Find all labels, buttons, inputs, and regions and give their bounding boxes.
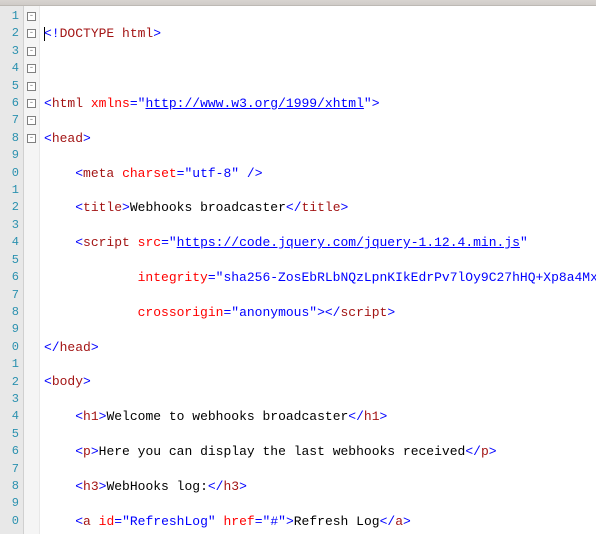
line-number: 9	[0, 147, 19, 164]
line-number: 1	[0, 8, 19, 25]
code-area[interactable]: <!DOCTYPE html> <html xmlns="http://www.…	[40, 6, 596, 534]
line-number: 6	[0, 95, 19, 112]
fold-gutter: - - - - - - - -	[24, 6, 40, 534]
fold-cell: -	[24, 43, 39, 60]
fold-cell: -	[24, 112, 39, 129]
line-number: 6	[0, 269, 19, 286]
line-number: 2	[0, 25, 19, 42]
line-number: 3	[0, 217, 19, 234]
fold-toggle-icon[interactable]: -	[27, 29, 36, 38]
line-number: 8	[0, 304, 19, 321]
fold-cell: -	[24, 95, 39, 112]
fold-cell: -	[24, 8, 39, 25]
line-number-gutter: 123456789012345678901234567890	[0, 6, 24, 534]
fold-toggle-icon[interactable]: -	[27, 64, 36, 73]
line-number: 7	[0, 287, 19, 304]
line-number: 4	[0, 60, 19, 77]
line-number: 5	[0, 426, 19, 443]
line-number: 8	[0, 478, 19, 495]
line-number: 3	[0, 391, 19, 408]
fold-cell: -	[24, 78, 39, 95]
line-number: 7	[0, 461, 19, 478]
fold-toggle-icon[interactable]: -	[27, 116, 36, 125]
line-number: 5	[0, 78, 19, 95]
line-number: 6	[0, 443, 19, 460]
fold-toggle-icon[interactable]: -	[27, 99, 36, 108]
line-number: 5	[0, 252, 19, 269]
fold-cell: -	[24, 130, 39, 147]
line-number: 0	[0, 339, 19, 356]
line-number: 7	[0, 112, 19, 129]
fold-toggle-icon[interactable]: -	[27, 47, 36, 56]
line-number: 3	[0, 43, 19, 60]
line-number: 1	[0, 182, 19, 199]
line-number: 1	[0, 356, 19, 373]
line-number: 8	[0, 130, 19, 147]
fold-toggle-icon[interactable]: -	[27, 134, 36, 143]
line-number: 0	[0, 513, 19, 530]
line-number: 4	[0, 234, 19, 251]
line-number: 4	[0, 408, 19, 425]
fold-toggle-icon[interactable]: -	[27, 82, 36, 91]
line-number: 2	[0, 374, 19, 391]
fold-toggle-icon[interactable]: -	[27, 12, 36, 21]
fold-cell: -	[24, 25, 39, 42]
line-number: 0	[0, 165, 19, 182]
line-number: 2	[0, 199, 19, 216]
line-number: 9	[0, 495, 19, 512]
fold-cell: -	[24, 60, 39, 77]
line-number: 9	[0, 321, 19, 338]
code-editor: 123456789012345678901234567890 -------- …	[0, 6, 596, 534]
